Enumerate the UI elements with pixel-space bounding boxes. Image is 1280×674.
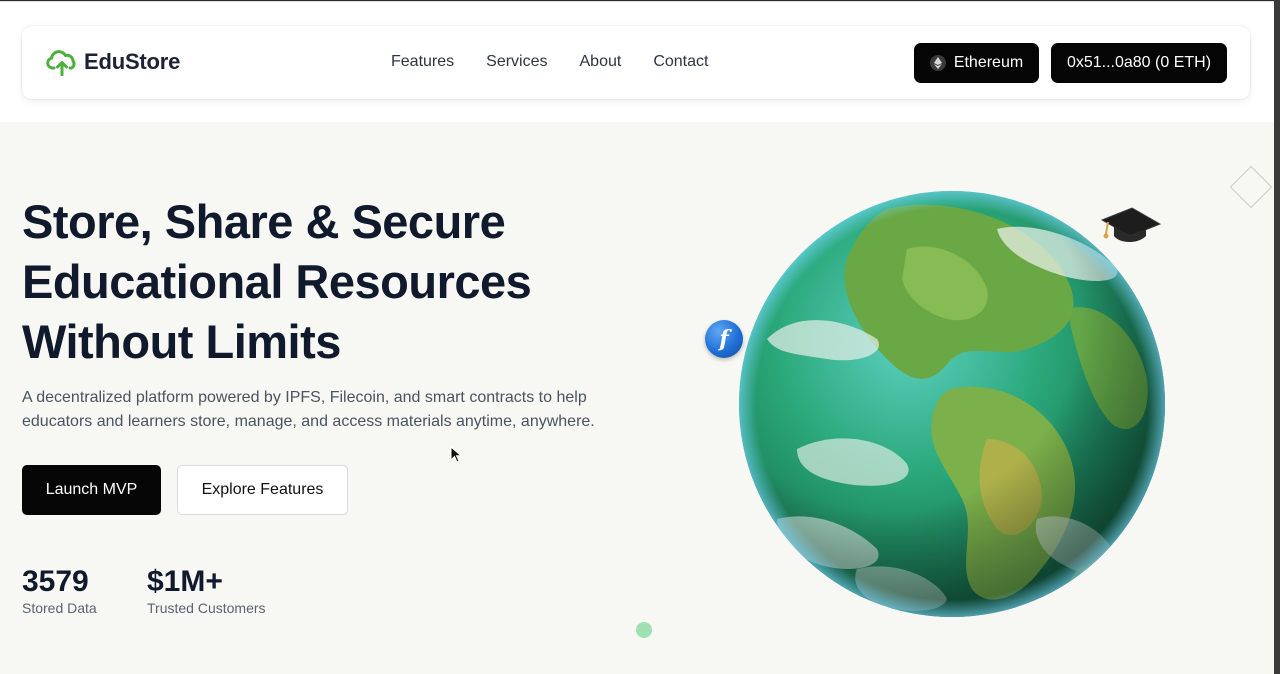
top-navbar: EduStore Features Services About Contact…: [22, 26, 1250, 99]
ethereum-icon: [929, 55, 946, 71]
browser-viewport: EduStore Features Services About Contact…: [0, 1, 1274, 674]
stat-stored-data: 3579 Stored Data: [22, 564, 97, 616]
stat-label: Trusted Customers: [147, 600, 266, 616]
brand[interactable]: EduStore: [46, 48, 180, 76]
hero-subtitle-line-1: A decentralized platform powered by IPFS…: [22, 389, 587, 406]
explore-features-button[interactable]: Explore Features: [177, 465, 348, 515]
graduation-cap-icon: [1100, 207, 1162, 242]
window-edge: [1274, 0, 1280, 674]
network-label: Ethereum: [953, 54, 1024, 71]
wallet-button[interactable]: 0x51...0a80 (0 ETH): [1051, 43, 1227, 83]
stat-trusted-customers: $1M+ Trusted Customers: [147, 564, 266, 616]
filecoin-icon: f: [705, 320, 743, 358]
hero-title: Store, Share & Secure Educational Resour…: [22, 192, 642, 372]
cloud-upload-icon: [46, 50, 76, 76]
earth-globe-icon: [737, 189, 1167, 619]
network-button[interactable]: Ethereum: [914, 43, 1039, 83]
stat-value: 3579: [22, 565, 89, 598]
launch-mvp-button[interactable]: Launch MVP: [22, 465, 161, 515]
brand-name: EduStore: [84, 49, 181, 74]
hero-title-line-3: Without Limits: [22, 315, 341, 368]
nav-links: Features Services About Contact: [391, 53, 708, 71]
dot-decoration: [636, 622, 652, 638]
hero-title-line-1: Store, Share & Secure: [22, 195, 506, 248]
nav-link-about[interactable]: About: [580, 53, 622, 71]
stat-value: $1M+: [147, 565, 223, 598]
hero-title-line-2: Educational Resources: [22, 255, 532, 308]
stat-label: Stored Data: [22, 600, 97, 616]
hero-subtitle-line-2: educators and learners store, manage, an…: [22, 413, 595, 430]
nav-link-features[interactable]: Features: [391, 53, 454, 71]
nav-link-services[interactable]: Services: [486, 53, 547, 71]
hero-subtitle: A decentralized platform powered by IPFS…: [22, 386, 622, 434]
nav-link-contact[interactable]: Contact: [653, 53, 708, 71]
diamond-decoration: [1229, 165, 1273, 209]
mouse-cursor-icon: [450, 446, 462, 463]
